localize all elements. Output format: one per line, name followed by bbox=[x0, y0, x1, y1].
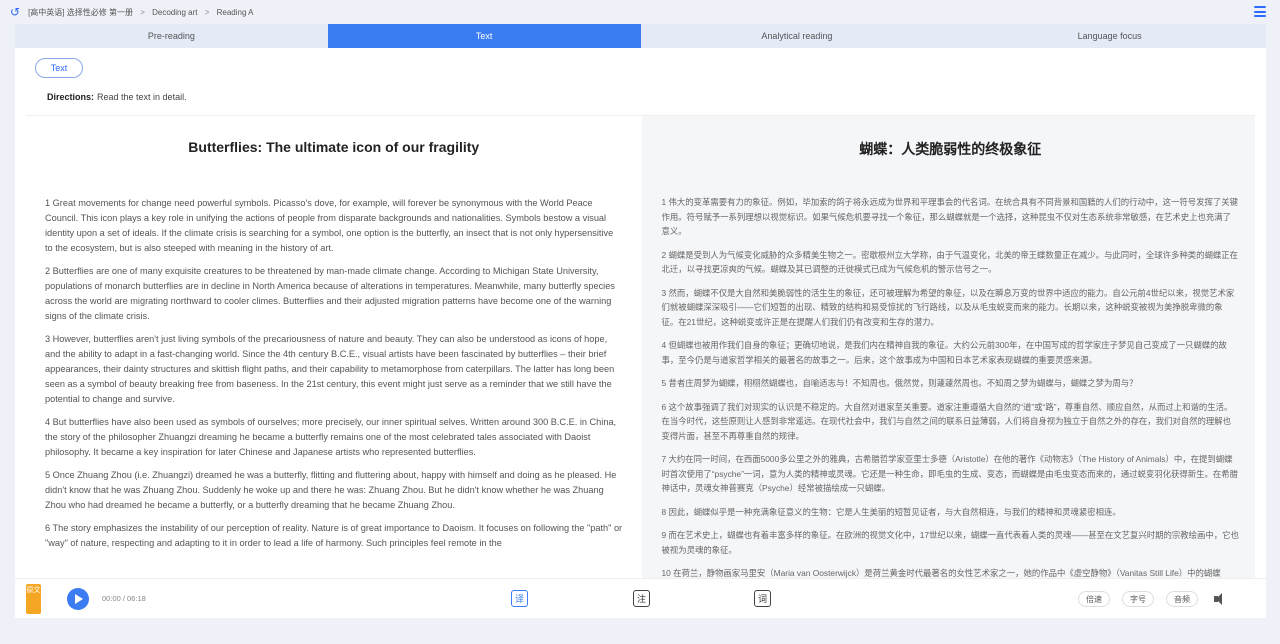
english-paragraph: 4 But butterflies have also been used as… bbox=[45, 417, 617, 457]
chinese-paragraph: 8 因此，蝴蝶似乎是一种充满象征意义的生物：它是人生美丽的短暂见证者，与大自然相… bbox=[661, 506, 1121, 517]
translate-button[interactable]: 译 bbox=[511, 590, 528, 607]
breadcrumb-separator: > bbox=[204, 7, 210, 17]
breadcrumb-item-lesson: Reading A bbox=[216, 7, 254, 17]
directions: Directions: Read the text in detail. bbox=[47, 92, 187, 102]
chinese-paragraph: 5 昔者庄周梦为蝴蝶，栩栩然蝴蝶也，自喻适志与！不知周也。俄然觉，则蘧蘧然周也。… bbox=[661, 378, 1138, 388]
english-paragraph: 2 Butterflies are one of many exquisite … bbox=[45, 266, 615, 321]
playback-time: 00:00 / 06:18 bbox=[102, 594, 146, 603]
chinese-paragraph: 4 但蝴蝶也被用作我们自身的象征；更确切地说，是我们内在精神自我的象征。大约公元… bbox=[661, 340, 1227, 365]
chinese-paragraph: 2 蝴蝶是受到人为气候变化威胁的众多精美生物之一。密歇根州立大学称，由于气温变化… bbox=[661, 249, 1238, 275]
breadcrumb-item-course[interactable]: [高中英语] 选择性必修 第一册 bbox=[28, 8, 133, 17]
font-size-button[interactable]: 字号 bbox=[1122, 591, 1154, 607]
play-button[interactable] bbox=[67, 588, 89, 610]
top-bar: ↺ [高中英语] 选择性必修 第一册 > Decoding art > Read… bbox=[0, 0, 1280, 24]
chinese-paragraph: 1 伟大的变革需要有力的象征。例如，毕加索的鸽子将永远成为世界和平理事会的代名词… bbox=[661, 197, 1238, 236]
chinese-paragraph: 10 在荷兰，静物画家马里安（Maria van Oosterwijck）是荷兰… bbox=[661, 568, 1221, 578]
breadcrumb: [高中英语] 选择性必修 第一册 > Decoding art > Readin… bbox=[28, 7, 253, 18]
article-columns: Butterflies: The ultimate icon of our fr… bbox=[26, 115, 1255, 578]
english-paragraph: 1 Great movements for change need powerf… bbox=[45, 198, 614, 253]
notes-button[interactable]: 注 bbox=[633, 590, 650, 607]
english-title: Butterflies: The ultimate icon of our fr… bbox=[188, 139, 480, 155]
speed-button[interactable]: 倍速 bbox=[1078, 591, 1110, 607]
audio-player: 原文 00:00 / 06:18 译 注 词 倍速 字号 音频 bbox=[15, 578, 1266, 618]
volume-icon[interactable] bbox=[1213, 592, 1227, 606]
menu-icon[interactable] bbox=[1254, 6, 1266, 17]
tab-bar: Pre-reading Text Analytical reading Lang… bbox=[15, 24, 1266, 48]
tab-language-focus[interactable]: Language focus bbox=[953, 24, 1266, 48]
content-panel: Text Directions: Read the text in detail.… bbox=[15, 48, 1266, 578]
tab-analytical-reading[interactable]: Analytical reading bbox=[641, 24, 954, 48]
tab-pre-reading[interactable]: Pre-reading bbox=[15, 24, 328, 48]
original-text-tag[interactable]: 原文 bbox=[26, 584, 41, 614]
tab-text[interactable]: Text bbox=[327, 24, 641, 48]
breadcrumb-item-unit[interactable]: Decoding art bbox=[152, 8, 197, 17]
section-pill[interactable]: Text bbox=[35, 58, 83, 78]
vocabulary-button[interactable]: 词 bbox=[754, 590, 771, 607]
chinese-paragraph: 9 而在艺术史上，蝴蝶也有着丰富多样的象征。在欧洲的视觉文化中，17世纪以来，蝴… bbox=[661, 530, 1239, 555]
chinese-paragraph: 3 然而，蝴蝶不仅是大自然和美脆弱性的活生生的象征，还可被理解为希望的象征，以及… bbox=[661, 287, 1235, 327]
chinese-paragraph: 7 大约在同一时间，在西面5000多公里之外的雅典，古希腊哲学家亚里士多德（Ar… bbox=[661, 454, 1238, 493]
directions-label: Directions: bbox=[47, 92, 95, 102]
directions-text: Read the text in detail. bbox=[97, 92, 187, 102]
back-arrow-icon[interactable]: ↺ bbox=[10, 5, 20, 19]
chinese-column[interactable]: 蝴蝶：人类脆弱性的终极象征 1 伟大的变革需要有力的象征。例如，毕加索的鸽子将永… bbox=[641, 116, 1255, 578]
english-paragraph: 3 However, butterflies aren't just livin… bbox=[45, 334, 615, 404]
english-paragraph: 5 Once Zhuang Zhou (i.e. Zhuangzi) dream… bbox=[45, 470, 617, 510]
english-paragraph: 6 The story emphasizes the instability o… bbox=[45, 523, 623, 548]
audio-button[interactable]: 音频 bbox=[1166, 591, 1198, 607]
chinese-title: 蝴蝶：人类脆弱性的终极象征 bbox=[859, 141, 1042, 157]
breadcrumb-separator: > bbox=[140, 7, 145, 17]
chinese-paragraph: 6 这个故事强调了我们对现实的认识是不稳定的。大自然对道家至关重要。道家注重遵循… bbox=[661, 401, 1233, 441]
english-column[interactable]: Butterflies: The ultimate icon of our fr… bbox=[26, 116, 642, 578]
